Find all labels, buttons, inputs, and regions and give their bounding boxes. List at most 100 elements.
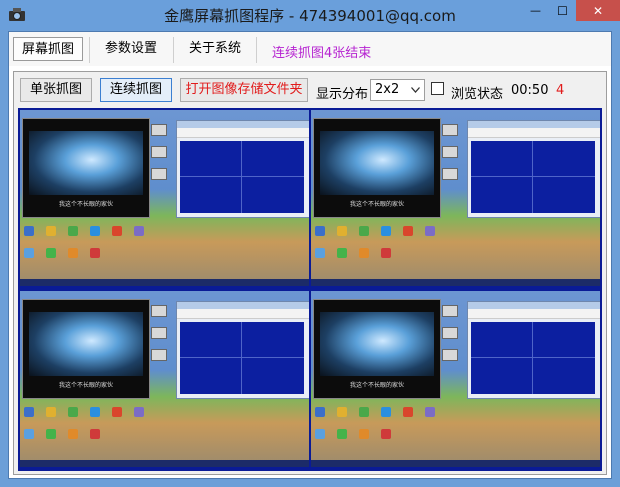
- mini-app-window: [176, 301, 309, 399]
- desktop-icon: [315, 407, 325, 417]
- taskbar: [20, 279, 309, 286]
- desktop-icon: [68, 407, 78, 417]
- chevron-down-icon: [411, 87, 420, 93]
- title-bar[interactable]: 金鹰屏幕抓图程序 - 474394001@qq.com — ☐ ✕: [0, 0, 620, 30]
- desktop-icon: [24, 226, 34, 236]
- tab-separator: [173, 37, 174, 63]
- thumbnail-grid: 我这个不长眼的家伙 我这个不长眼的家伙 我这个不长眼的家伙 我这个不长眼的家伙: [18, 108, 602, 471]
- tab-bar: 屏幕抓图 参数设置 关于系统 连续抓图4张结束: [9, 32, 611, 66]
- single-capture-button[interactable]: 单张抓图: [20, 78, 92, 102]
- desktop-icon: [112, 407, 122, 417]
- desktop-icon: [442, 349, 458, 361]
- timer-text: 00:50: [511, 83, 549, 98]
- media-player-window: 我这个不长眼的家伙: [313, 118, 441, 218]
- desktop-icon: [442, 305, 458, 317]
- desktop-icon: [46, 429, 56, 439]
- desktop-icon: [315, 226, 325, 236]
- desktop-icon: [134, 407, 144, 417]
- minimize-button[interactable]: —: [522, 0, 549, 21]
- desktop-icons: [24, 407, 304, 453]
- desktop-icon: [403, 226, 413, 236]
- desktop-icon: [90, 226, 100, 236]
- desktop-icon: [24, 248, 34, 258]
- mini-tab-bar: [177, 128, 309, 138]
- desktop-icon: [68, 248, 78, 258]
- desktop-icon: [151, 168, 167, 180]
- mini-title-bar: [177, 121, 309, 128]
- desktop-icon: [151, 124, 167, 136]
- desktop-icon: [337, 226, 347, 236]
- desktop-icon: [425, 407, 435, 417]
- desktop-icon: [442, 327, 458, 339]
- mini-title-bar: [468, 302, 600, 309]
- desktop-icon: [359, 407, 369, 417]
- browse-checkbox[interactable]: [431, 82, 444, 95]
- tab-screen-capture[interactable]: 屏幕抓图: [13, 37, 83, 61]
- media-player-window: 我这个不长眼的家伙: [22, 299, 150, 399]
- video-caption: 我这个不长眼的家伙: [349, 201, 404, 208]
- mini-grid: [180, 141, 304, 213]
- desktop-icon: [442, 124, 458, 136]
- desktop-icon: [425, 226, 435, 236]
- desktop-icon: [112, 226, 122, 236]
- taskbar: [311, 460, 600, 467]
- tab-separator: [256, 37, 257, 63]
- mini-grid: [471, 141, 595, 213]
- desktop-icon: [151, 146, 167, 158]
- taskbar: [311, 279, 600, 286]
- continuous-capture-button[interactable]: 连续抓图: [100, 78, 172, 102]
- maximize-button[interactable]: ☐: [549, 0, 576, 21]
- tab-settings[interactable]: 参数设置: [95, 37, 167, 61]
- video-frame: [320, 312, 434, 376]
- desktop-icon: [46, 407, 56, 417]
- desktop-icon: [381, 407, 391, 417]
- desktop-icon: [90, 248, 100, 258]
- close-button[interactable]: ✕: [576, 0, 620, 21]
- mini-title-bar: [177, 302, 309, 309]
- desktop-icon: [151, 305, 167, 317]
- desktop-icon: [134, 226, 144, 236]
- desktop-icon: [359, 429, 369, 439]
- video-caption: 我这个不长眼的家伙: [349, 382, 404, 389]
- desktop-icon: [151, 327, 167, 339]
- desktop-icons: [315, 226, 595, 272]
- desktop-icon: [151, 349, 167, 361]
- video-caption: 我这个不长眼的家伙: [58, 201, 113, 208]
- media-player-window: 我这个不长眼的家伙: [22, 118, 150, 218]
- desktop-icon: [68, 429, 78, 439]
- desktop-icon: [337, 407, 347, 417]
- client-area: 屏幕抓图 参数设置 关于系统 连续抓图4张结束 单张抓图 连续抓图 打开图像存储…: [8, 31, 612, 479]
- close-icon: ✕: [592, 3, 604, 18]
- mini-tab-bar: [468, 128, 600, 138]
- thumbnail-cell[interactable]: 我这个不长眼的家伙: [311, 110, 600, 286]
- open-folder-button[interactable]: 打开图像存储文件夹: [180, 78, 308, 102]
- mini-app-window: [467, 301, 600, 399]
- taskbar: [20, 460, 309, 467]
- desktop-icon: [381, 429, 391, 439]
- thumbnail-cell[interactable]: 我这个不长眼的家伙: [311, 291, 600, 467]
- capture-count: 4: [556, 83, 565, 98]
- video-frame: [29, 312, 143, 376]
- maximize-icon: ☐: [557, 3, 568, 18]
- layout-select[interactable]: 2x2: [370, 79, 425, 101]
- desktop-icon: [381, 226, 391, 236]
- desktop-icon: [337, 429, 347, 439]
- thumbnail-cell[interactable]: 我这个不长眼的家伙: [20, 291, 309, 467]
- desktop-icon: [68, 226, 78, 236]
- desktop-icon: [90, 407, 100, 417]
- mini-tab-bar: [177, 309, 309, 319]
- mini-app-window: [467, 120, 600, 218]
- status-message: 连续抓图4张结束: [272, 46, 372, 61]
- desktop-icon: [337, 248, 347, 258]
- desktop-icon: [24, 429, 34, 439]
- video-frame: [29, 131, 143, 195]
- capture-panel: 单张抓图 连续抓图 打开图像存储文件夹 显示分布 2x2 浏览状态 00:50 …: [13, 71, 607, 475]
- layout-select-value: 2x2: [375, 82, 400, 97]
- tab-about[interactable]: 关于系统: [179, 37, 251, 61]
- desktop-icon: [359, 226, 369, 236]
- tab-separator: [89, 37, 90, 63]
- desktop-icon: [442, 168, 458, 180]
- app-window: 金鹰屏幕抓图程序 - 474394001@qq.com — ☐ ✕ 屏幕抓图 参…: [0, 0, 620, 487]
- thumbnail-cell[interactable]: 我这个不长眼的家伙: [20, 110, 309, 286]
- mini-title-bar: [468, 121, 600, 128]
